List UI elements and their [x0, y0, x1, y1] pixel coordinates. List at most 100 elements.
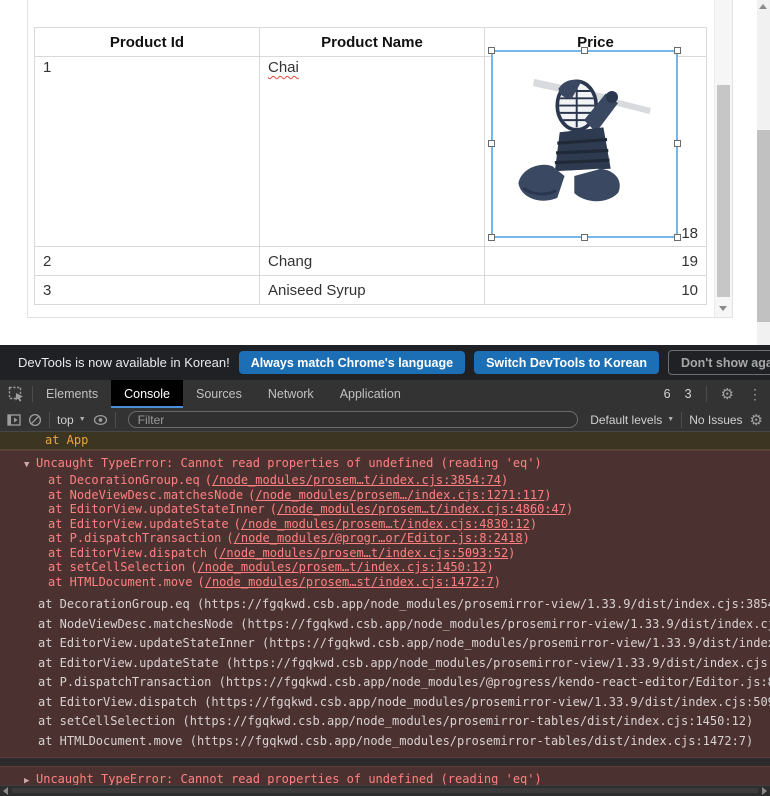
tab-console[interactable]: Console [111, 380, 183, 408]
trace-frame: at EditorView.dispatch (https://fgqkwd.c… [0, 693, 770, 713]
selected-image-frame[interactable] [491, 50, 678, 238]
error-count-badge[interactable]: 6 [664, 387, 671, 401]
console-settings-gear-icon[interactable]: ⚙ [750, 411, 763, 429]
resize-handle-n[interactable] [581, 47, 588, 54]
sidebar-panel-icon [7, 414, 21, 426]
eye-icon [93, 414, 108, 426]
devtools-tabbar: Elements Console Sources Network Applica… [0, 380, 770, 408]
dont-show-again-button[interactable]: Don't show again [668, 350, 770, 375]
window-scrollbar[interactable] [757, 0, 770, 345]
misspelled-word[interactable]: Chai [268, 59, 299, 76]
settings-gear-icon[interactable]: ⚙ [721, 385, 734, 403]
error-text: Uncaught TypeError: Cannot read properti… [36, 456, 542, 470]
scroll-right-arrow-icon[interactable] [762, 787, 767, 795]
cell-product-name[interactable]: Chang [260, 247, 485, 276]
trace-frame: at setCellSelection (https://fgqkwd.csb.… [0, 712, 770, 732]
product-table: Product Id Product Name Price 1 Chai [34, 27, 707, 305]
expander-triangle-icon[interactable]: ▼ [24, 457, 36, 473]
divider [115, 412, 116, 428]
rich-text-editor[interactable]: Product Id Product Name Price 1 Chai [27, 0, 733, 318]
tab-elements[interactable]: Elements [33, 380, 111, 408]
resize-handle-sw[interactable] [488, 234, 495, 241]
source-link[interactable]: /node_modules/prosem…st/index.cjs:1472:7 [205, 575, 494, 589]
error-header: ▼Uncaught TypeError: Cannot read propert… [0, 455, 770, 473]
resize-handle-ne[interactable] [674, 47, 681, 54]
divider [706, 386, 707, 402]
source-link[interactable]: /node_modules/prosem…t/index.cjs:1450:12 [198, 560, 487, 574]
browser-page: Product Id Product Name Price 1 Chai [0, 0, 770, 345]
trace-frame: at P.dispatchTransaction (https://fgqkwd… [0, 673, 770, 693]
inspect-cursor-icon [8, 386, 24, 402]
source-link[interactable]: /node_modules/prosem…t/index.cjs:4860:47 [277, 502, 566, 516]
resize-handle-se[interactable] [674, 234, 681, 241]
header-product-name[interactable]: Product Name [260, 28, 485, 57]
stack-frame: at EditorView.dispatch(/node_modules/pro… [0, 546, 770, 561]
table-row: 1 Chai [35, 57, 707, 247]
tab-application[interactable]: Application [327, 380, 414, 408]
scroll-up-arrow-icon[interactable] [759, 4, 767, 9]
resize-handle-nw[interactable] [488, 47, 495, 54]
window-scrollbar-thumb[interactable] [757, 130, 770, 322]
clear-circle-slash-icon [28, 413, 42, 427]
trace-frame: at EditorView.updateStateInner (https://… [0, 634, 770, 654]
more-options-kebab-icon[interactable]: ⋮ [748, 386, 762, 403]
log-levels-dropdown[interactable]: Default levels ▼ [590, 413, 674, 427]
source-link[interactable]: /node_modules/@progr…or/Editor.js:8:2418 [234, 531, 523, 545]
devtools-language-infobar: DevTools is now available in Korean! Alw… [0, 345, 770, 380]
price-value: 18 [681, 225, 698, 242]
stack-frame: at HTMLDocument.move(/node_modules/prose… [0, 575, 770, 590]
scroll-down-arrow-icon[interactable] [719, 306, 727, 311]
trace-frame: at DecorationGroup.eq (https://fgqkwd.cs… [0, 595, 770, 615]
log-separator [0, 758, 770, 766]
resize-handle-e[interactable] [674, 140, 681, 147]
editor-scrollbar-thumb[interactable] [717, 85, 730, 297]
source-link[interactable]: /node_modules/prosem…t/index.cjs:5093:52 [219, 546, 508, 560]
cell-product-name[interactable]: Aniseed Syrup [260, 276, 485, 305]
switch-devtools-korean-button[interactable]: Switch DevTools to Korean [474, 351, 659, 374]
inspect-element-button[interactable] [0, 380, 32, 408]
trace-frame: at HTMLDocument.move (https://fgqkwd.csb… [0, 732, 770, 752]
chevron-down-icon: ▼ [79, 416, 86, 423]
resize-handle-w[interactable] [488, 140, 495, 147]
editor-scrollbar[interactable] [714, 0, 732, 317]
live-expression-eye-button[interactable] [93, 414, 108, 426]
issues-status[interactable]: No Issues [689, 413, 742, 427]
cell-product-id[interactable]: 3 [35, 276, 260, 305]
horizontal-scrollbar-thumb[interactable] [12, 788, 758, 793]
console-toolbar: top ▼ Default levels ▼ No Issues ⚙ [0, 408, 770, 432]
console-error-message: ▼Uncaught TypeError: Cannot read propert… [0, 450, 770, 758]
cell-product-id[interactable]: 1 [35, 57, 260, 247]
kendo-fighter-image[interactable] [499, 56, 669, 228]
console-filter-input[interactable] [128, 411, 579, 428]
table-row: 2 Chang 19 [35, 247, 707, 276]
source-link[interactable]: /node_modules/prosem…t/index.cjs:4830:12 [241, 517, 530, 531]
console-horizontal-scrollbar[interactable] [0, 785, 770, 795]
context-selector-dropdown[interactable]: top ▼ [57, 413, 86, 427]
table-row: 3 Aniseed Syrup 10 [35, 276, 707, 305]
cell-product-id[interactable]: 2 [35, 247, 260, 276]
infobar-message: DevTools is now available in Korean! [18, 355, 230, 370]
trace-frame: at EditorView.updateState (https://fgqkw… [0, 654, 770, 674]
always-match-language-button[interactable]: Always match Chrome's language [239, 351, 465, 374]
stack-frame: at P.dispatchTransaction(/node_modules/@… [0, 531, 770, 546]
divider [49, 412, 50, 428]
tab-network[interactable]: Network [255, 380, 327, 408]
warning-count-badge[interactable]: 3 [685, 387, 692, 401]
source-link[interactable]: /node_modules/prosem…/index.cjs:1271:117 [255, 488, 544, 502]
warning-stack-tail: at App [0, 432, 770, 450]
cell-price[interactable]: 10 [485, 276, 707, 305]
devtools-panel: DevTools is now available in Korean! Alw… [0, 345, 770, 796]
console-sidebar-toggle-button[interactable] [7, 414, 21, 426]
clear-console-button[interactable] [28, 413, 42, 427]
trace-frame: at NodeViewDesc.matchesNode (https://fgq… [0, 615, 770, 635]
tab-sources[interactable]: Sources [183, 380, 255, 408]
cell-price[interactable]: 18 [485, 57, 707, 247]
header-product-id[interactable]: Product Id [35, 28, 260, 57]
stack-frame: at setCellSelection(/node_modules/prosem… [0, 560, 770, 575]
source-link[interactable]: /node_modules/prosem…t/index.cjs:3854:74 [212, 473, 501, 487]
resize-handle-s[interactable] [581, 234, 588, 241]
cell-product-name[interactable]: Chai [260, 57, 485, 247]
expanded-stack-trace: at DecorationGroup.eq (https://fgqkwd.cs… [0, 595, 770, 751]
cell-price[interactable]: 19 [485, 247, 707, 276]
scroll-left-arrow-icon[interactable] [3, 787, 8, 795]
